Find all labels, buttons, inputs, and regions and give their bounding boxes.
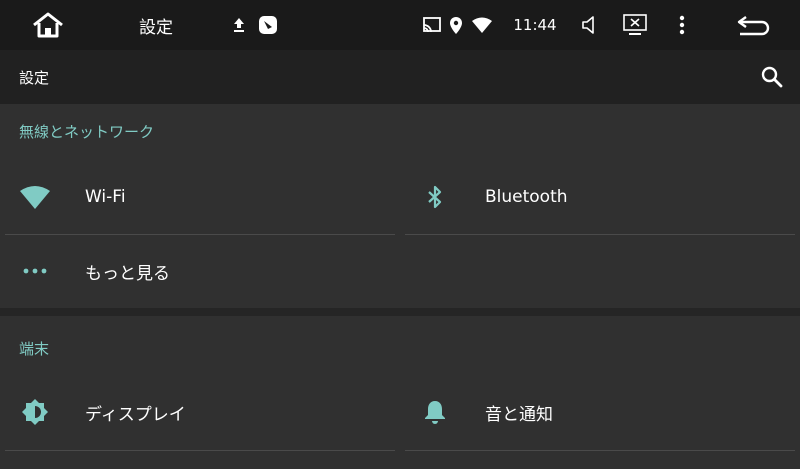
section-header-device: 端末 xyxy=(19,340,50,358)
status-clock: 11:44 xyxy=(513,16,557,34)
search-icon[interactable] xyxy=(758,63,786,91)
volume-icon[interactable] xyxy=(578,0,600,50)
tile-label: もっと見る xyxy=(85,263,170,284)
more-horiz-icon xyxy=(19,255,51,287)
divider xyxy=(5,234,395,235)
tile-label: ディスプレイ xyxy=(85,404,186,425)
tile-sound-notification[interactable]: 音と通知 xyxy=(405,387,795,437)
tile-label: Wi-Fi xyxy=(85,187,126,207)
bluetooth-icon xyxy=(419,181,451,213)
status-title: 設定 xyxy=(139,17,173,38)
tile-bluetooth[interactable]: Bluetooth xyxy=(405,172,795,222)
bell-icon xyxy=(419,396,451,428)
divider xyxy=(405,450,795,451)
brightness-icon xyxy=(19,396,51,428)
tile-label: Bluetooth xyxy=(485,187,568,207)
tile-display[interactable]: ディスプレイ xyxy=(5,387,395,437)
notification-icon xyxy=(257,0,279,50)
location-icon xyxy=(448,0,464,50)
section-header-wireless: 無線とネットワーク xyxy=(19,123,155,141)
more-icon[interactable] xyxy=(676,0,688,50)
tile-more[interactable]: もっと見る xyxy=(5,246,395,296)
wifi-icon xyxy=(19,181,51,213)
page-title: 設定 xyxy=(19,68,50,87)
back-icon[interactable] xyxy=(734,0,774,50)
wifi-icon xyxy=(470,0,494,50)
app-bar: 設定 xyxy=(0,50,800,104)
divider xyxy=(405,234,795,235)
divider xyxy=(5,450,395,451)
tile-label: 音と通知 xyxy=(485,404,553,425)
status-bar: 設定 11:44 xyxy=(0,0,800,50)
section-gap xyxy=(0,308,800,316)
cast-icon xyxy=(422,0,442,50)
screen-close-icon[interactable] xyxy=(622,0,648,50)
home-icon[interactable] xyxy=(28,0,68,50)
tile-wifi[interactable]: Wi-Fi xyxy=(5,172,395,222)
upload-icon xyxy=(230,0,248,50)
